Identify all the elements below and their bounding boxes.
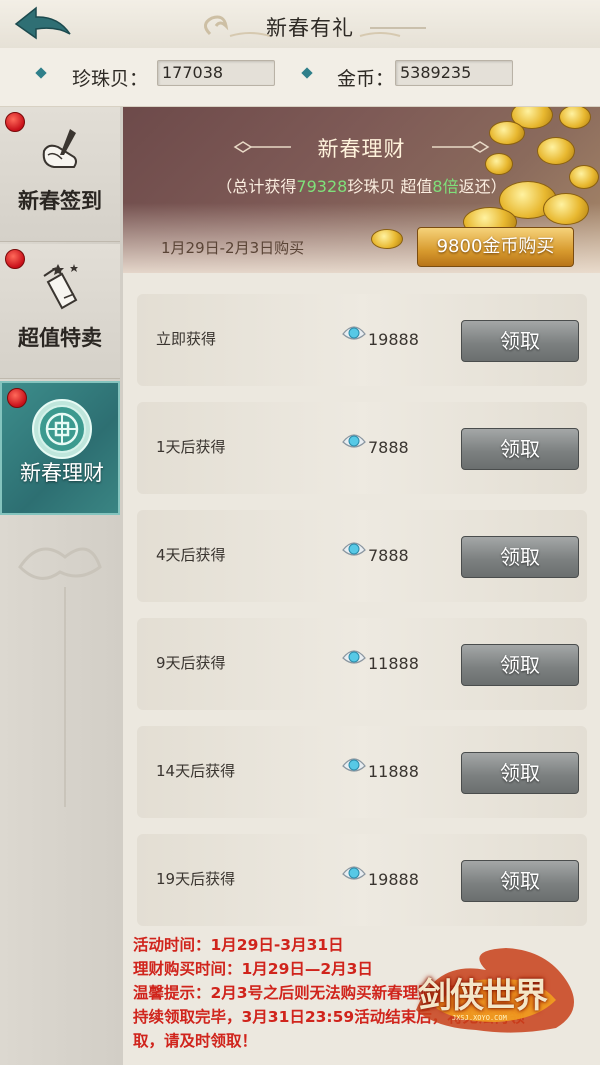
claim-button[interactable]: 领取 bbox=[461, 860, 579, 902]
banner-subtitle: （总计获得79328珍珠贝 超值8倍返还） bbox=[123, 173, 600, 197]
sub-prefix: （总计获得 bbox=[216, 177, 297, 196]
reward-row: 立即获得 19888 领取 bbox=[137, 294, 587, 386]
pearl-shell-icon bbox=[342, 650, 366, 664]
claim-button[interactable]: 领取 bbox=[461, 752, 579, 794]
pearl-shell-icon bbox=[342, 434, 366, 448]
tab-special-sale[interactable]: 超值特卖 bbox=[0, 244, 120, 379]
gold-coin-icon bbox=[543, 193, 589, 225]
reward-time-label: 4天后获得 bbox=[156, 546, 226, 564]
claim-button[interactable]: 领取 bbox=[461, 536, 579, 578]
reward-row: 14天后获得 11888 领取 bbox=[137, 726, 587, 818]
claim-button[interactable]: 领取 bbox=[461, 644, 579, 686]
pearl-amount: 19888 bbox=[368, 870, 419, 889]
currency-bar: 珍珠贝： 177038 金币： 5389235 bbox=[0, 48, 600, 107]
page-title: 新春有礼 bbox=[266, 16, 354, 40]
return-multiplier: 8倍 bbox=[432, 177, 459, 196]
gold-coin-icon bbox=[559, 107, 591, 129]
tab-label: 新春签到 bbox=[18, 189, 102, 213]
sub-suffix: 返还） bbox=[458, 177, 507, 196]
pearl-shell-icon bbox=[342, 542, 366, 556]
pearl-amount: 7888 bbox=[368, 438, 409, 457]
signin-scroll-icon bbox=[42, 129, 77, 168]
banner-title: 新春理财 bbox=[317, 137, 406, 161]
gold-coin-icon bbox=[371, 229, 403, 249]
game-logo: 剑侠世界 JXSJ.XOYO.COM bbox=[396, 940, 594, 1040]
pearl-shell-icon bbox=[342, 326, 366, 340]
total-pearls: 79328 bbox=[296, 177, 348, 196]
sale-tag-icon bbox=[43, 264, 78, 310]
top-bar: 新春有礼 bbox=[0, 0, 600, 49]
reward-row: 9天后获得 11888 领取 bbox=[137, 618, 587, 710]
notification-dot-icon bbox=[5, 249, 25, 269]
purchase-dates: 1月29日-2月3日购买 bbox=[161, 239, 305, 257]
tab-label: 新春理财 bbox=[20, 461, 104, 485]
reward-time-label: 立即获得 bbox=[156, 330, 217, 348]
diamond-bullet-icon bbox=[301, 67, 313, 79]
pearl-shell-icon bbox=[342, 758, 366, 772]
notification-dot-icon bbox=[7, 388, 27, 408]
logo-text: 剑侠世界 bbox=[418, 976, 548, 1016]
sidebar: 新春签到 超值特卖 新春理财 bbox=[0, 107, 124, 1065]
pearl-amount: 11888 bbox=[368, 762, 419, 781]
gold-label: 金币： bbox=[337, 68, 395, 90]
pearl-amount: 11888 bbox=[368, 654, 419, 673]
claim-button[interactable]: 领取 bbox=[461, 428, 579, 470]
reward-row: 1天后获得 7888 领取 bbox=[137, 402, 587, 494]
reward-time-label: 9天后获得 bbox=[156, 654, 226, 672]
tab-new-year-signin[interactable]: 新春签到 bbox=[0, 107, 120, 242]
back-arrow-icon bbox=[14, 6, 71, 40]
gold-balance: 5389235 bbox=[395, 60, 513, 86]
reward-time-label: 1天后获得 bbox=[156, 438, 226, 456]
pearl-label: 珍珠贝： bbox=[72, 68, 149, 90]
buy-with-gold-button[interactable]: 9800金币购买 bbox=[417, 227, 574, 267]
back-button[interactable] bbox=[10, 4, 74, 44]
pearl-balance: 177038 bbox=[157, 60, 275, 86]
notification-dot-icon bbox=[5, 112, 25, 132]
claim-button[interactable]: 领取 bbox=[461, 320, 579, 362]
reward-time-label: 19天后获得 bbox=[156, 870, 236, 888]
logo-url: JXSJ.XOYO.COM bbox=[452, 1014, 507, 1022]
cloud-ink-decoration bbox=[18, 547, 102, 807]
title-area: 新春有礼 bbox=[190, 6, 430, 42]
reward-row: 19天后获得 19888 领取 bbox=[137, 834, 587, 926]
tab-new-year-finance[interactable]: 新春理财 bbox=[0, 381, 120, 515]
pearl-amount: 7888 bbox=[368, 546, 409, 565]
diamond-bullet-icon bbox=[35, 67, 47, 79]
pearl-shell-icon bbox=[342, 866, 366, 880]
tab-label: 超值特卖 bbox=[18, 326, 102, 350]
pearl-amount: 19888 bbox=[368, 330, 419, 349]
finance-banner: 新春理财 （总计获得79328珍珠贝 超值8倍返还） 1月29日-2月3日购买 … bbox=[123, 107, 600, 273]
sub-mid: 珍珠贝 超值 bbox=[347, 177, 433, 196]
coin-medallion-icon bbox=[32, 399, 92, 459]
reward-time-label: 14天后获得 bbox=[156, 762, 236, 780]
reward-row: 4天后获得 7888 领取 bbox=[137, 510, 587, 602]
